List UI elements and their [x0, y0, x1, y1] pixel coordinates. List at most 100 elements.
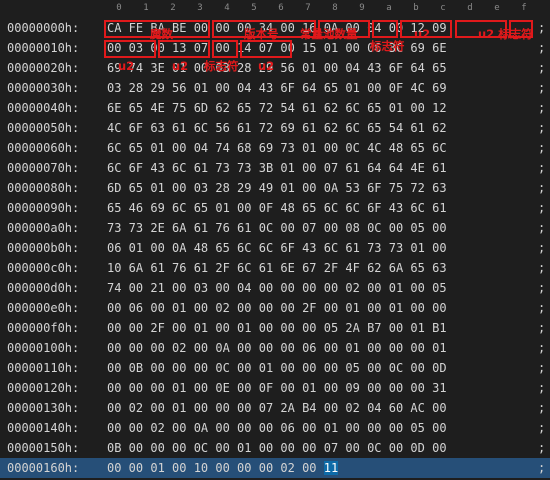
- row-address: 00000010h:: [7, 41, 80, 55]
- column-label: c: [440, 3, 446, 13]
- row-bytes[interactable]: 00 02 00 01 00 00 00 07 2A B4 00 02 04 6…: [107, 398, 447, 418]
- row-address: 000000f0h:: [7, 321, 80, 335]
- row-terminator: ;: [538, 421, 546, 435]
- row-bytes[interactable]: 6E 65 4E 75 6D 62 65 72 54 61 62 6C 65 0…: [107, 98, 447, 118]
- row-bytes[interactable]: 6C 65 01 00 04 74 68 69 73 01 00 0C 4C 4…: [107, 138, 447, 158]
- row-address: 00000080h:: [7, 181, 80, 195]
- hex-row[interactable]: 00000050h: 4C 6F 63 61 6C 56 61 72 69 61 …: [0, 118, 550, 138]
- hex-row[interactable]: 00000150h: 0B 00 00 00 0C 00 01 00 00 00 …: [0, 438, 550, 458]
- row-address: 00000150h:: [7, 441, 80, 455]
- cursor-byte[interactable]: 11: [323, 461, 339, 475]
- row-bytes[interactable]: 06 01 00 0A 48 65 6C 6C 6F 43 6C 61 73 7…: [107, 238, 447, 258]
- row-address: 000000a0h:: [7, 221, 80, 235]
- annotation-version: 版本号: [244, 27, 279, 41]
- row-bytes[interactable]: 69 74 3E 01 00 03 28 29 56 01 00 04 43 6…: [107, 58, 447, 78]
- hex-editor-view[interactable]: 0123456789abcdef 00000000h: CA FE BA BE 0…: [0, 0, 550, 480]
- row-bytes[interactable]: 03 28 29 56 01 00 04 43 6F 64 65 01 00 0…: [107, 78, 447, 98]
- row-terminator: ;: [538, 341, 546, 355]
- hex-row[interactable]: 00000070h: 6C 6F 43 6C 61 73 73 3B 01 00 …: [0, 158, 550, 178]
- column-label: 2: [170, 3, 176, 13]
- row-address: 00000040h:: [7, 101, 80, 115]
- row-terminator: ;: [538, 21, 546, 35]
- row-terminator: ;: [538, 121, 546, 135]
- row-bytes[interactable]: 00 00 2F 00 01 00 01 00 00 00 05 2A B7 0…: [107, 318, 447, 338]
- hex-row[interactable]: 00000080h: 6D 65 01 00 03 28 29 49 01 00 …: [0, 178, 550, 198]
- column-label: 4: [224, 3, 230, 13]
- hex-row[interactable]: 00000140h: 00 00 02 00 0A 00 00 00 06 00 …: [0, 418, 550, 438]
- row-terminator: ;: [538, 321, 546, 335]
- hex-row[interactable]: 000000e0h: 00 06 00 01 00 02 00 00 00 2F …: [0, 298, 550, 318]
- row-terminator: ;: [538, 261, 546, 275]
- row-terminator: ;: [538, 101, 546, 115]
- annotation-u2-index: u2 标志符: [478, 27, 533, 41]
- row-terminator: ;: [538, 141, 546, 155]
- row-address: 00000030h:: [7, 81, 80, 95]
- annotation-u2-r1-b: u2: [172, 59, 189, 73]
- row-bytes[interactable]: 10 6A 61 76 61 2F 6C 61 6E 67 2F 4F 62 6…: [107, 258, 447, 278]
- row-bytes[interactable]: 74 00 21 00 03 00 04 00 00 00 00 02 00 0…: [107, 278, 447, 298]
- row-bytes[interactable]: 00 0B 00 00 00 0C 00 01 00 00 00 05 00 0…: [107, 358, 447, 378]
- row-terminator: ;: [538, 181, 546, 195]
- hex-row[interactable]: 00000160h: 00 00 01 00 10 00 00 00 02 00 …: [0, 458, 550, 478]
- row-terminator: ;: [538, 241, 546, 255]
- annotation-flag: 标志符: [204, 59, 239, 73]
- annotation-const-pool: 常量池数量: [300, 27, 358, 41]
- row-address: 00000090h:: [7, 201, 80, 215]
- annotation-u2-top: u2: [414, 27, 431, 41]
- column-label: 3: [197, 3, 203, 13]
- annotation-magic: 魔数: [150, 27, 173, 41]
- row-terminator: ;: [538, 161, 546, 175]
- column-label: 8: [332, 3, 338, 13]
- row-address: 000000e0h:: [7, 301, 80, 315]
- row-bytes[interactable]: 00 06 00 01 00 02 00 00 00 2F 00 01 00 0…: [107, 298, 447, 318]
- hex-row[interactable]: 000000a0h: 73 73 2E 6A 61 76 61 0C 00 07 …: [0, 218, 550, 238]
- row-address: 00000100h:: [7, 341, 80, 355]
- row-terminator: ;: [538, 441, 546, 455]
- row-address: 00000050h:: [7, 121, 80, 135]
- annotation-u2-r1-a: u2: [118, 59, 135, 73]
- row-terminator: ;: [538, 201, 546, 215]
- hex-row[interactable]: 00000090h: 65 46 69 6C 65 01 00 0F 48 65 …: [0, 198, 550, 218]
- column-label: 7: [305, 3, 311, 13]
- annotation-u2-third: u2: [258, 59, 275, 73]
- hex-row[interactable]: 00000030h: 03 28 29 56 01 00 04 43 6F 64 …: [0, 78, 550, 98]
- row-bytes[interactable]: 00 00 00 02 00 0A 00 00 00 06 00 01 00 0…: [107, 338, 447, 358]
- column-label: d: [467, 3, 473, 13]
- row-terminator: ;: [538, 81, 546, 95]
- hex-row[interactable]: 00000130h: 00 02 00 01 00 00 00 07 2A B4 …: [0, 398, 550, 418]
- row-address: 00000060h:: [7, 141, 80, 155]
- hex-row[interactable]: 000000d0h: 74 00 21 00 03 00 04 00 00 00 …: [0, 278, 550, 298]
- row-address: 000000b0h:: [7, 241, 80, 255]
- row-bytes[interactable]: 0B 00 00 00 0C 00 01 00 00 00 07 00 0C 0…: [107, 438, 447, 458]
- row-address: 00000070h:: [7, 161, 80, 175]
- hex-row[interactable]: 00000060h: 6C 65 01 00 04 74 68 69 73 01 …: [0, 138, 550, 158]
- row-bytes[interactable]: 6D 65 01 00 03 28 29 49 01 00 0A 53 6F 7…: [107, 178, 447, 198]
- hex-row[interactable]: 00000040h: 6E 65 4E 75 6D 62 65 72 54 61 …: [0, 98, 550, 118]
- row-bytes[interactable]: 73 73 2E 6A 61 76 61 0C 00 07 00 08 0C 0…: [107, 218, 447, 238]
- hex-row[interactable]: 000000b0h: 06 01 00 0A 48 65 6C 6C 6F 43 …: [0, 238, 550, 258]
- hex-row[interactable]: 000000f0h: 00 00 2F 00 01 00 01 00 00 00 …: [0, 318, 550, 338]
- hex-row[interactable]: 00000010h: 00 03 00 13 07 00 14 07 00 15 …: [0, 38, 550, 58]
- column-label: 0: [116, 3, 122, 13]
- row-bytes[interactable]: 65 46 69 6C 65 01 00 0F 48 65 6C 6C 6F 4…: [107, 198, 447, 218]
- row-terminator: ;: [538, 401, 546, 415]
- row-bytes[interactable]: 00 00 02 00 0A 00 00 00 06 00 01 00 00 0…: [107, 418, 447, 438]
- row-terminator: ;: [538, 281, 546, 295]
- hex-row[interactable]: 00000110h: 00 0B 00 00 00 0C 00 01 00 00 …: [0, 358, 550, 378]
- column-label: b: [413, 3, 419, 13]
- row-bytes[interactable]: 4C 6F 63 61 6C 56 61 72 69 61 62 6C 65 5…: [107, 118, 447, 138]
- row-address: 00000140h:: [7, 421, 80, 435]
- row-bytes[interactable]: 00 00 00 01 00 0E 00 0F 00 01 00 09 00 0…: [107, 378, 447, 398]
- hex-row[interactable]: 000000c0h: 10 6A 61 76 61 2F 6C 61 6E 67 …: [0, 258, 550, 278]
- row-address: 00000020h:: [7, 61, 80, 75]
- column-label: 5: [251, 3, 257, 13]
- row-bytes[interactable]: 6C 6F 43 6C 61 73 73 3B 01 00 07 61 64 6…: [107, 158, 447, 178]
- row-address: 000000c0h:: [7, 261, 80, 275]
- row-bytes[interactable]: 00 00 01 00 10 00 00 00 02 00 11: [107, 458, 339, 478]
- row-address: 00000120h:: [7, 381, 80, 395]
- row-address: 00000000h:: [7, 21, 80, 35]
- hex-row[interactable]: 00000100h: 00 00 00 02 00 0A 00 00 00 06 …: [0, 338, 550, 358]
- row-terminator: ;: [538, 221, 546, 235]
- hex-row[interactable]: 00000120h: 00 00 00 01 00 0E 00 0F 00 01 …: [0, 378, 550, 398]
- hex-row[interactable]: 00000020h: 69 74 3E 01 00 03 28 29 56 01 …: [0, 58, 550, 78]
